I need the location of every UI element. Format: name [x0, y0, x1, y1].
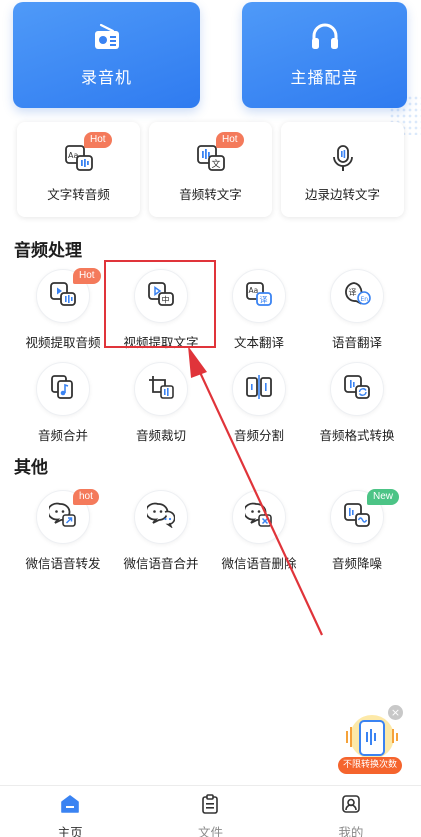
- tab-files[interactable]: 文件: [140, 786, 280, 837]
- tab-label: 主页: [57, 825, 83, 837]
- bottom-tab-bar: 主页 文件 我的: [0, 785, 421, 837]
- clipboard-icon: [199, 793, 221, 819]
- tab-profile[interactable]: 我的: [281, 786, 421, 837]
- tab-label: 文件: [197, 825, 223, 837]
- tab-label: 我的: [338, 825, 364, 837]
- promo-tag: 不限转换次数: [338, 757, 402, 774]
- home-icon: [59, 793, 81, 819]
- profile-icon: [340, 793, 362, 819]
- close-icon[interactable]: ×: [388, 705, 403, 720]
- tab-home[interactable]: 主页: [0, 786, 140, 837]
